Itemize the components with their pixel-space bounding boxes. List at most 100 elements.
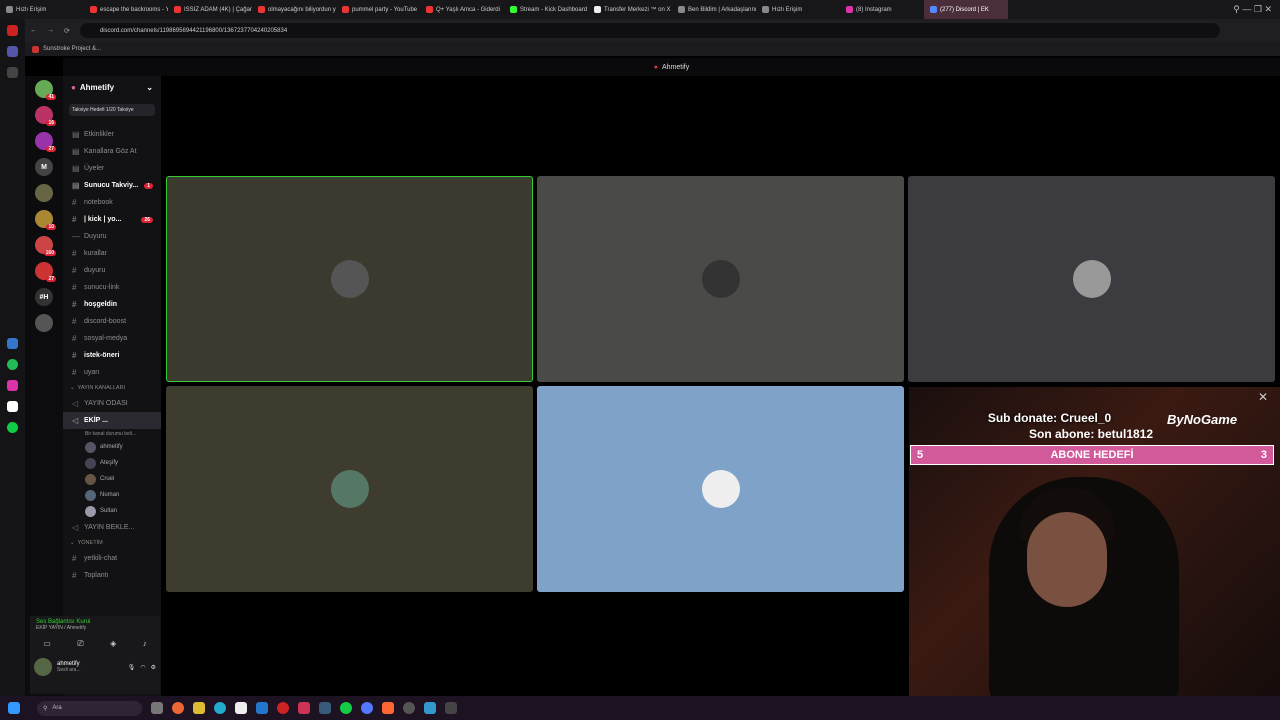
edge-icon[interactable]	[214, 702, 226, 714]
voice-channel-yayin-odasi[interactable]: ◁ YAYIN ODASI	[63, 395, 161, 412]
voice-user[interactable]: Numan	[63, 487, 161, 503]
headphones-icon[interactable]: ◠	[140, 664, 145, 671]
forward-icon[interactable]: →	[47, 27, 54, 34]
channel-item[interactable]: # istek-öneri	[63, 347, 161, 364]
channel-item[interactable]: # discord-boost	[63, 313, 161, 330]
stream-overlay[interactable]: Sub donate: Crueel_0 ByNoGame Son abone:…	[909, 387, 1280, 696]
browser-tab[interactable]: Transfer Merkezi ™ on X	[588, 0, 672, 19]
camera-icon[interactable]: ▭	[43, 639, 51, 649]
app-store-icon[interactable]	[7, 338, 18, 349]
browser-tab[interactable]: escape the backrooms - Y	[84, 0, 168, 19]
video-tile[interactable]	[537, 176, 904, 382]
channel-item[interactable]: # yetkili-chat	[63, 550, 161, 567]
reload-icon[interactable]: ⟳	[64, 27, 70, 35]
outlook-icon[interactable]	[256, 702, 268, 714]
boost-goal[interactable]: Takviye Hedefi 1/20 Takviye	[69, 104, 155, 116]
channel-item[interactable]: # duyuru	[63, 262, 161, 279]
server-icon[interactable]: #H	[35, 288, 53, 306]
browser-tab[interactable]: olmayacağını biliyordun y	[252, 0, 336, 19]
browser-tab[interactable]: Stream - Kick Dashboard	[504, 0, 588, 19]
category-manage[interactable]: ⌄ YÖNETİM	[63, 536, 161, 550]
category-stream[interactable]: ⌄ YAYIN KANALLARI	[63, 381, 161, 395]
channel-item[interactable]: # sunucu-link	[63, 279, 161, 296]
spotify-icon[interactable]	[340, 702, 352, 714]
star-icon[interactable]	[7, 67, 18, 78]
obs-icon[interactable]	[403, 702, 415, 714]
discord-icon[interactable]	[361, 702, 373, 714]
browser-tab[interactable]: Q+ Yaşlı Amca - Giderdi	[420, 0, 504, 19]
browser-tab[interactable]: Hızlı Erişim	[756, 0, 840, 19]
server-header[interactable]: ● Ahmetify ⌄	[63, 76, 161, 98]
user-panel[interactable]: ahmetify Sesli ara... 🎙 ◠ ⚙	[30, 649, 160, 676]
voice-channel-yayin-bekle[interactable]: ◁ YAYIN BEKLE...	[63, 519, 161, 536]
x-icon[interactable]	[7, 401, 18, 412]
server-icon[interactable]	[35, 314, 53, 332]
channel-item[interactable]: # notebook	[63, 194, 161, 211]
steam-icon[interactable]	[319, 702, 331, 714]
back-icon[interactable]: ←	[30, 27, 37, 34]
mic-icon[interactable]: 🎙	[128, 664, 136, 671]
opera-icon[interactable]	[277, 702, 289, 714]
server-icon[interactable]: M	[35, 158, 53, 176]
channel-item[interactable]: # kurallar	[63, 245, 161, 262]
screen-share-icon[interactable]: ⎚	[77, 639, 83, 649]
soundboard-icon[interactable]: ♪	[143, 639, 147, 649]
instagram-icon[interactable]	[7, 380, 18, 391]
channel-item[interactable]: ▤ Sunucu Takviy... 1	[63, 177, 161, 194]
browser-tab[interactable]: pummel party - YouTube	[336, 0, 420, 19]
browser-tab[interactable]: Hızlı Erişim	[0, 0, 84, 19]
voice-user[interactable]: Sultan	[63, 503, 161, 519]
spotify-icon[interactable]	[7, 422, 18, 433]
channel-item[interactable]: # uyarı	[63, 364, 161, 381]
channel-item[interactable]: # Toplantı	[63, 567, 161, 584]
windows-start-icon[interactable]	[8, 702, 20, 714]
server-icon[interactable]: 16	[35, 106, 56, 126]
app-icon[interactable]	[382, 702, 394, 714]
store-icon[interactable]	[235, 702, 247, 714]
voice-user[interactable]: ahmetify	[63, 439, 161, 455]
folder-icon[interactable]	[193, 702, 205, 714]
server-icon[interactable]: 27	[35, 132, 56, 152]
browser-tab[interactable]: (277) Discord | EK	[924, 0, 1008, 19]
bookmark-bar: Sunstroke Project &...	[0, 42, 1280, 56]
bookmark-item[interactable]: Sunstroke Project &...	[43, 46, 101, 52]
channel-item[interactable]: # sosyal-medya	[63, 330, 161, 347]
browser-tab[interactable]: (8) Instagram	[840, 0, 924, 19]
channel-item[interactable]: ▤ Etkinlikler	[63, 126, 161, 143]
browser-tab[interactable]: Ben Bildim | Arkadaşlarını	[672, 0, 756, 19]
activity-icon[interactable]: ◈	[110, 639, 116, 649]
server-icon[interactable]: 27	[35, 262, 56, 282]
channel-item[interactable]: ▤ Üyeler	[63, 160, 161, 177]
opera-icon[interactable]	[7, 25, 18, 36]
voice-channel-ekip[interactable]: ◁ EKİP ...	[63, 412, 161, 429]
app-icon[interactable]	[298, 702, 310, 714]
taskbar-search[interactable]: ⚲ Ara	[37, 700, 142, 716]
channel-item[interactable]: — Duyuru	[63, 228, 161, 245]
whatsapp-icon[interactable]	[7, 359, 18, 370]
video-tile[interactable]	[166, 386, 533, 592]
close-icon[interactable]: ✕	[1258, 390, 1268, 404]
gear-icon[interactable]: ⚙	[151, 664, 156, 671]
server-icon[interactable]: 160	[35, 236, 56, 256]
channel-item[interactable]: ▤ Kanallara Göz At	[63, 143, 161, 160]
channel-item[interactable]: # | kick | yo... 26	[63, 211, 161, 228]
voice-user[interactable]: Ateşify	[63, 455, 161, 471]
app-icon[interactable]	[445, 702, 457, 714]
video-tile[interactable]	[537, 386, 904, 592]
server-icon[interactable]: 10	[35, 210, 56, 230]
notepad-icon[interactable]	[424, 702, 436, 714]
channel-item[interactable]: # hoşgeldin	[63, 296, 161, 313]
voice-user[interactable]: Cruel	[63, 471, 161, 487]
video-tile[interactable]	[166, 176, 533, 382]
browser-tab[interactable]: ISSIZ ADAM (4K) | Çağan	[168, 0, 252, 19]
chevron-down-icon[interactable]: ⌄	[146, 83, 153, 92]
server-icon[interactable]	[35, 184, 53, 202]
task-view-icon[interactable]	[151, 702, 163, 714]
server-icon[interactable]: 41	[35, 80, 56, 100]
window-controls[interactable]: ⚲ — ❐ ✕	[1233, 4, 1280, 15]
home-icon[interactable]	[7, 46, 18, 57]
url-input[interactable]: discord.com/channels/1198695694421196800…	[79, 23, 1220, 38]
tab-label: Stream - Kick Dashboard	[520, 6, 588, 13]
video-tile[interactable]	[908, 176, 1275, 382]
chrome-icon[interactable]	[172, 702, 184, 714]
